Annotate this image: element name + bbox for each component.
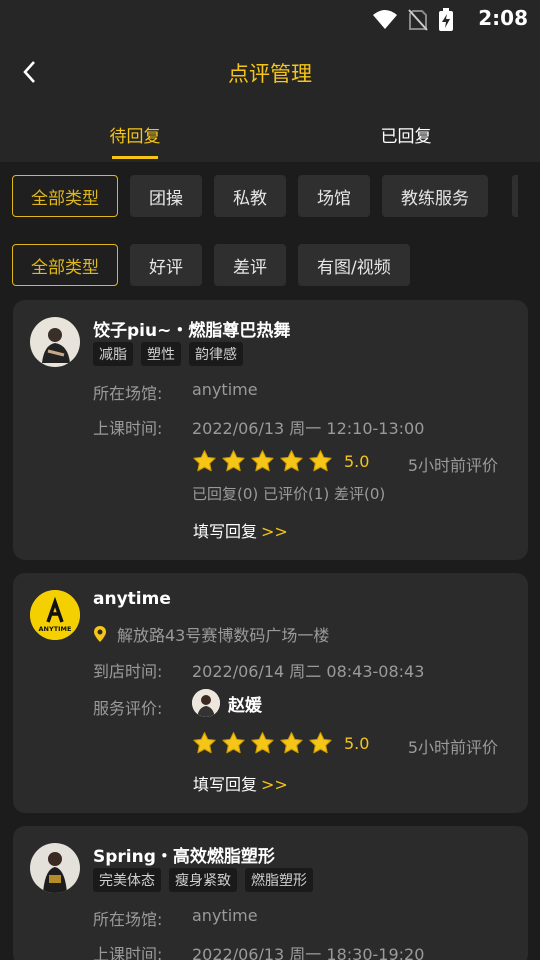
star-icon — [309, 732, 332, 754]
tag: 燃脂塑形 — [245, 868, 313, 892]
venue-location: 解放路43号赛博数码广场一楼 — [93, 622, 329, 646]
star-icon — [251, 732, 274, 754]
tag: 瘦身紧致 — [169, 868, 237, 892]
star-icon — [193, 450, 216, 472]
tag-list: 完美体态 瘦身紧致 燃脂塑形 — [93, 868, 313, 892]
star-rating — [192, 731, 333, 756]
class-title: 饺子piu~・燃脂尊巴热舞 — [93, 321, 291, 341]
write-reply-link[interactable]: 填写回复 >> — [193, 771, 288, 795]
tab-pending-reply[interactable]: 待回复 — [75, 122, 195, 147]
tab-bar: 待回复 已回复 — [0, 112, 540, 162]
location-pin-icon — [94, 626, 106, 642]
coach-avatar — [192, 689, 220, 717]
filter-type-all[interactable]: 全部类型 — [12, 175, 118, 217]
filter-rating-bad[interactable]: 差评 — [214, 244, 286, 286]
star-icon — [309, 450, 332, 472]
rating-filter-row: 全部类型 好评 差评 有图/视频 — [12, 244, 410, 288]
time-value: 2022/06/13 周一 18:30-19:20 — [192, 945, 425, 960]
review-card[interactable]: ANYTIME anytime 解放路43号赛博数码广场一楼 到店时间: 202… — [13, 573, 528, 813]
star-icon — [251, 450, 274, 472]
review-counts: 已回复(0) 已评价(1) 差评(0) — [192, 485, 386, 503]
time-value: 2022/06/13 周一 12:10-13:00 — [192, 419, 425, 438]
venue-title: anytime — [93, 589, 171, 609]
coach: 赵媛 — [192, 689, 262, 717]
star-icon — [222, 450, 245, 472]
status-icons — [372, 8, 454, 36]
filter-type-group[interactable]: 团操 — [130, 175, 202, 217]
reply-arrow: >> — [261, 775, 288, 794]
page-title: 点评管理 — [228, 62, 312, 86]
reply-arrow: >> — [261, 522, 288, 541]
star-icon — [193, 732, 216, 754]
star-icon — [222, 732, 245, 754]
tag: 塑性 — [141, 342, 181, 366]
status-bar: 2:08 — [0, 0, 540, 38]
review-card[interactable]: Spring・高效燃脂塑形 完美体态 瘦身紧致 燃脂塑形 所在场馆: anyti… — [13, 826, 528, 960]
venue-value: anytime — [192, 906, 258, 925]
filter-rating-all[interactable]: 全部类型 — [12, 244, 118, 286]
coach-name: 赵媛 — [228, 695, 262, 716]
time-label: 上课时间: — [93, 419, 163, 438]
tag: 韵律感 — [189, 342, 243, 366]
tab-replied[interactable]: 已回复 — [346, 122, 466, 147]
logo-text: ANYTIME — [39, 625, 72, 633]
class-title: Spring・高效燃脂塑形 — [93, 847, 275, 867]
tag: 完美体态 — [93, 868, 161, 892]
star-icon — [280, 732, 303, 754]
arrival-time-value: 2022/06/14 周二 08:43-08:43 — [192, 662, 425, 681]
write-reply-link[interactable]: 填写回复 >> — [193, 518, 288, 542]
header: 2:08 点评管理 待回复 已回复 — [0, 0, 540, 162]
filter-rating-good[interactable]: 好评 — [130, 244, 202, 286]
star-icon — [280, 450, 303, 472]
avatar — [30, 843, 80, 893]
review-time-ago: 5小时前评价 — [407, 456, 498, 475]
filter-type-venue[interactable]: 场馆 — [298, 175, 370, 217]
review-time-ago: 5小时前评价 — [407, 738, 498, 757]
venue-label: 所在场馆: — [93, 384, 163, 403]
venue-logo: ANYTIME — [30, 590, 80, 640]
time-label: 上课时间: — [93, 945, 163, 960]
tag-list: 减脂 塑性 韵律感 — [93, 342, 243, 366]
tag: 减脂 — [93, 342, 133, 366]
arrival-time-label: 到店时间: — [93, 662, 163, 681]
type-filter-row: 全部类型 团操 私教 场馆 教练服务 — [12, 175, 488, 219]
score: 5.0 — [344, 452, 370, 471]
battery-charging-icon — [438, 8, 454, 36]
active-tab-indicator — [112, 156, 158, 159]
filter-overflow-chip[interactable] — [512, 175, 518, 217]
wifi-icon — [372, 9, 398, 35]
filter-rating-media[interactable]: 有图/视频 — [298, 244, 410, 286]
star-rating — [192, 449, 333, 474]
service-review-label: 服务评价: — [93, 699, 163, 718]
filter-type-private[interactable]: 私教 — [214, 175, 286, 217]
no-sim-icon — [408, 9, 428, 35]
status-time: 2:08 — [478, 6, 528, 30]
venue-label: 所在场馆: — [93, 910, 163, 929]
avatar — [30, 317, 80, 367]
location-text: 解放路43号赛博数码广场一楼 — [117, 626, 330, 645]
review-card[interactable]: 饺子piu~・燃脂尊巴热舞 减脂 塑性 韵律感 所在场馆: anytime 上课… — [13, 300, 528, 560]
title-bar: 点评管理 — [0, 44, 540, 100]
write-reply-label: 填写回复 — [193, 522, 258, 541]
write-reply-label: 填写回复 — [193, 775, 258, 794]
filter-type-coach-service[interactable]: 教练服务 — [382, 175, 488, 217]
score: 5.0 — [344, 734, 370, 753]
venue-value: anytime — [192, 380, 258, 399]
